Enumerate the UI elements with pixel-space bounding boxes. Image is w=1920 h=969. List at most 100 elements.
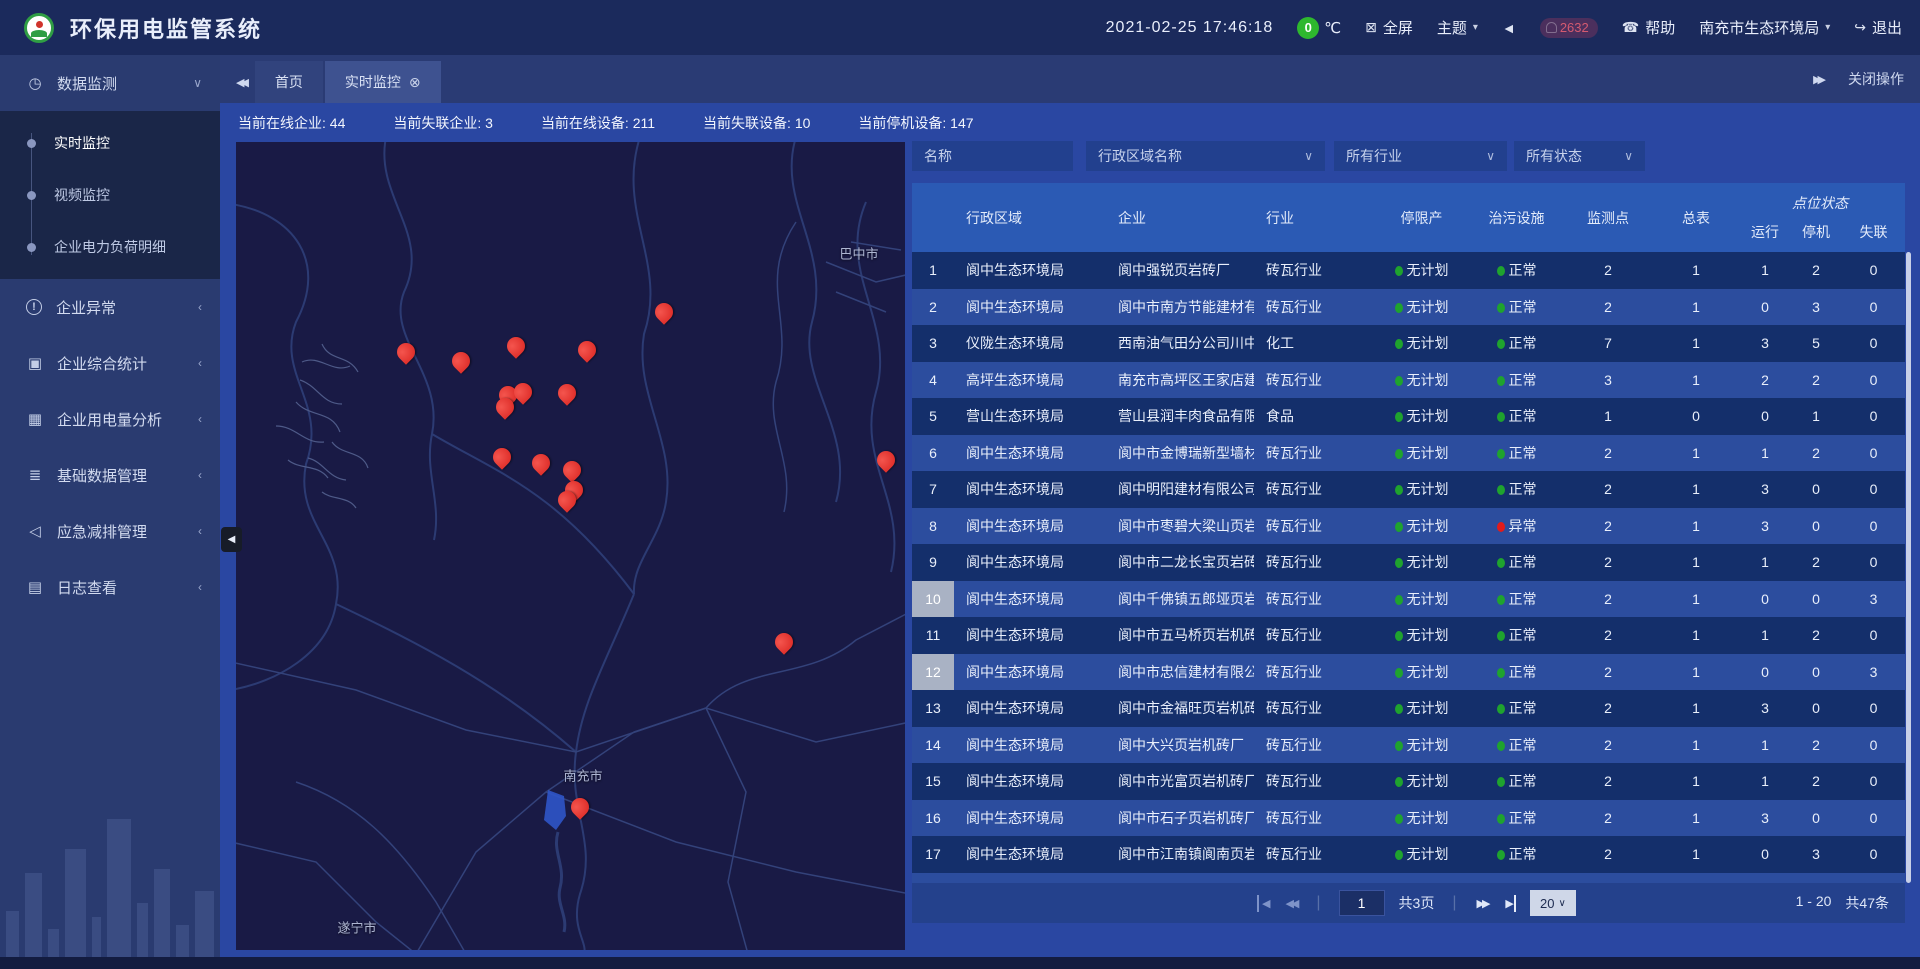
cell-meters: 1 — [1652, 518, 1740, 534]
cell-limit-status: 无计划 — [1374, 844, 1469, 864]
sidebar-item-base-data[interactable]: ≣基础数据管理‹ — [0, 447, 220, 503]
cell-running: 3 — [1740, 810, 1790, 826]
sidebar-item-emergency-reduction[interactable]: ◁应急减排管理‹ — [0, 503, 220, 559]
cell-meters: 1 — [1652, 445, 1740, 461]
status-dot-green-icon — [1395, 741, 1403, 751]
tab-home[interactable]: 首页 — [255, 61, 323, 103]
sidebar-subitem-video-monitor[interactable]: 视频监控 — [0, 169, 220, 221]
table-row[interactable]: 12阆中生态环境局阆中市忠信建材有限公砖瓦行业无计划正常21003 — [912, 654, 1905, 691]
cell-points: 2 — [1564, 773, 1652, 789]
industry-filter-select[interactable]: 所有行业 ∨ — [1334, 141, 1507, 171]
cell-running: 3 — [1740, 700, 1790, 716]
cell-stopped: 5 — [1790, 335, 1842, 351]
table-row[interactable]: 3仪陇生态环境局西南油气田分公司川中化工无计划正常71350 — [912, 325, 1905, 362]
org-dropdown[interactable]: 南充市生态环境局 ▾ — [1699, 17, 1830, 38]
row-index: 4 — [912, 362, 954, 399]
status-dot-green-icon — [1395, 376, 1403, 386]
table-body: 1阆中生态环境局阆中强锐页岩砖厂砖瓦行业无计划正常211202阆中生态环境局阆中… — [912, 252, 1905, 883]
temperature-unit: ℃ — [1324, 19, 1341, 37]
cell-limit-status: 无计划 — [1374, 370, 1469, 390]
cell-stopped: 0 — [1790, 481, 1842, 497]
tabs-scroll-left-icon[interactable]: ◀◀ — [236, 76, 245, 89]
cell-lost: 0 — [1842, 335, 1905, 351]
help-button[interactable]: ☎ 帮助 — [1622, 17, 1675, 38]
table-row[interactable]: 18南部生态环境局南部县砌华水泥有限公建材行业无计划正常52050 — [912, 873, 1905, 884]
table-row[interactable]: 9阆中生态环境局阆中市二龙长宝页岩砖砖瓦行业无计划正常21120 — [912, 544, 1905, 581]
mute-speaker-icon[interactable]: ◄ — [1502, 20, 1516, 36]
table-row[interactable]: 5营山生态环境局营山县润丰肉食品有限食品无计划正常10010 — [912, 398, 1905, 435]
sidebar-item-enterprise-abnormal[interactable]: !企业异常‹ — [0, 279, 220, 335]
close-operations-button[interactable]: 关闭操作 — [1848, 69, 1904, 89]
table-row[interactable]: 13阆中生态环境局阆中市金福旺页岩机砖砖瓦行业无计划正常21300 — [912, 690, 1905, 727]
status-dot-green-icon — [1395, 522, 1403, 532]
tabs-scroll-right-icon[interactable]: ▶▶ — [1813, 73, 1822, 86]
first-page-icon[interactable]: ◀ — [1257, 895, 1269, 912]
table-row[interactable]: 4高坪生态环境局南充市高坪区王家店建砖瓦行业无计划正常31220 — [912, 362, 1905, 399]
table-row[interactable]: 14阆中生态环境局阆中大兴页岩机砖厂砖瓦行业无计划正常21120 — [912, 727, 1905, 764]
prev-page-icon[interactable]: ◀◀ — [1283, 895, 1298, 912]
cell-lost: 0 — [1842, 773, 1905, 789]
cell-region: 阆中生态环境局 — [954, 516, 1106, 536]
chevron-down-icon: ▾ — [1825, 22, 1830, 33]
table-row[interactable]: 11阆中生态环境局阆中市五马桥页岩机砖砖瓦行业无计划正常21120 — [912, 617, 1905, 654]
next-page-icon[interactable]: ▶▶ — [1475, 895, 1490, 912]
status-dot-green-icon — [1395, 631, 1403, 641]
close-icon[interactable]: ⊗ — [409, 74, 421, 91]
cell-control-status: 正常 — [1469, 625, 1564, 645]
table-row[interactable]: 7阆中生态环境局阆中明阳建材有限公司砖瓦行业无计划正常21300 — [912, 471, 1905, 508]
sidebar-item-log-view[interactable]: ▤日志查看‹ — [0, 559, 220, 615]
page-number-input[interactable] — [1339, 890, 1385, 916]
col-industry: 行业 — [1254, 183, 1374, 252]
row-index: 5 — [912, 398, 954, 435]
sidebar-item-label: 数据监测 — [57, 73, 193, 94]
table-row[interactable]: 17阆中生态环境局阆中市江南镇阆南页岩砖瓦行业无计划正常21030 — [912, 836, 1905, 873]
status-dot-green-icon — [1395, 850, 1403, 860]
last-page-icon[interactable]: ▶ — [1503, 895, 1515, 912]
table-scrollbar[interactable] — [1906, 252, 1911, 883]
status-dot-green-icon — [1497, 339, 1505, 349]
log-icon: ▤ — [26, 578, 44, 596]
sidebar-subitem-realtime-monitor[interactable]: 实时监控 — [0, 117, 220, 169]
sidebar-item-data-monitor[interactable]: ◷数据监测∨ — [0, 55, 220, 111]
cell-meters: 1 — [1652, 627, 1740, 643]
status-filter-select[interactable]: 所有状态 ∨ — [1514, 141, 1645, 171]
cell-region: 阆中生态环境局 — [954, 297, 1106, 317]
skyline-decoration — [0, 779, 220, 969]
theme-dropdown[interactable]: 主题 ▾ — [1437, 17, 1478, 38]
cell-stopped: 1 — [1790, 408, 1842, 424]
table-row[interactable]: 2阆中生态环境局阆中市南方节能建材有砖瓦行业无计划正常21030 — [912, 289, 1905, 326]
sidebar-item-power-analysis[interactable]: ▦企业用电量分析‹ — [0, 391, 220, 447]
cell-points: 2 — [1564, 554, 1652, 570]
map-panel[interactable]: 巴中市南充市遂宁市 — [236, 142, 905, 950]
page-size-select[interactable]: 20 ∨ — [1530, 890, 1576, 916]
cell-meters: 0 — [1652, 408, 1740, 424]
table-row[interactable]: 8阆中生态环境局阆中市枣碧大梁山页岩砖瓦行业无计划异常21300 — [912, 508, 1905, 545]
tab-bar: ◀◀ 首页 实时监控 ⊗ ▶▶ 关闭操作 — [220, 55, 1920, 103]
status-dot-green-icon — [1497, 631, 1505, 641]
sidebar-collapse-button[interactable]: ◀ — [221, 527, 242, 552]
table-row[interactable]: 16阆中生态环境局阆中市石子页岩机砖厂砖瓦行业无计划正常21300 — [912, 800, 1905, 837]
sidebar-subitem-power-load-detail[interactable]: 企业电力负荷明细 — [0, 221, 220, 273]
logout-button[interactable]: ↪ 退出 — [1854, 17, 1902, 38]
cell-limit-status: 无计划 — [1374, 516, 1469, 536]
name-filter-input[interactable] — [912, 141, 1073, 171]
sidebar-item-enterprise-stats[interactable]: ▣企业综合统计‹ — [0, 335, 220, 391]
status-dot-green-icon — [1497, 485, 1505, 495]
table-row[interactable]: 6阆中生态环境局阆中市金博瑞新型墙材砖瓦行业无计划正常21120 — [912, 435, 1905, 472]
megaphone-icon: ◁ — [26, 522, 44, 540]
table-row[interactable]: 15阆中生态环境局阆中市光富页岩机砖厂砖瓦行业无计划正常21120 — [912, 763, 1905, 800]
phone-icon: ☎ — [1622, 19, 1639, 36]
cell-running: 3 — [1740, 481, 1790, 497]
region-filter-select[interactable]: 行政区域名称 ∨ — [1086, 141, 1325, 171]
cell-control-status: 正常 — [1469, 370, 1564, 390]
cell-region: 阆中生态环境局 — [954, 698, 1106, 718]
notification-badge[interactable]: 2632 — [1540, 18, 1598, 38]
app-title: 环保用电监管系统 — [70, 12, 262, 44]
temperature-badge: 0 — [1297, 17, 1319, 39]
cell-stopped: 2 — [1790, 262, 1842, 278]
table-row[interactable]: 1阆中生态环境局阆中强锐页岩砖厂砖瓦行业无计划正常21120 — [912, 252, 1905, 289]
tab-realtime-monitor[interactable]: 实时监控 ⊗ — [325, 61, 441, 103]
fullscreen-button[interactable]: ⊠ 全屏 — [1365, 17, 1413, 38]
table-row[interactable]: 10阆中生态环境局阆中千佛镇五郎垭页岩砖瓦行业无计划正常21003 — [912, 581, 1905, 618]
cell-limit-status: 无计划 — [1374, 698, 1469, 718]
